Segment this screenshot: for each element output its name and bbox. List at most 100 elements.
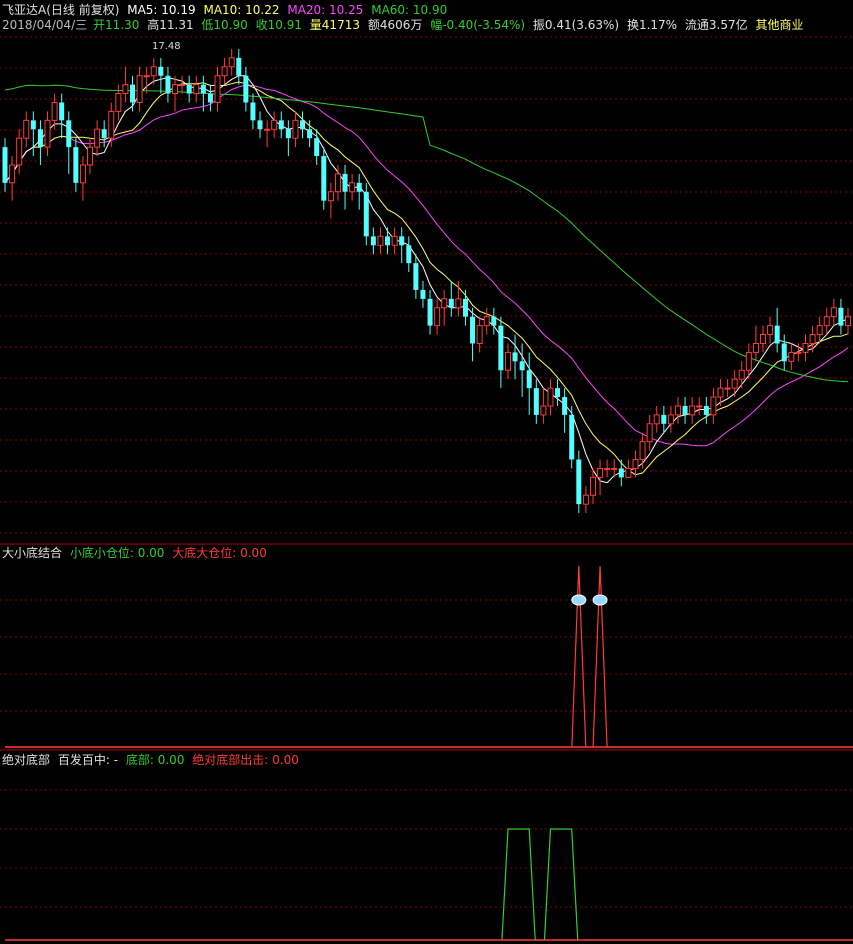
candle-body-up xyxy=(611,467,618,470)
indicator1-peak xyxy=(592,565,608,748)
candle-body-down xyxy=(257,120,263,130)
indicator-2-layer xyxy=(5,828,853,941)
candle-body-down xyxy=(307,129,313,139)
candle-body-up xyxy=(767,325,774,336)
candle-body-up xyxy=(809,334,816,344)
candle-body-up xyxy=(214,75,221,103)
candle-body-down xyxy=(526,370,532,389)
diamond-signal-icon xyxy=(592,594,608,606)
candle-body-up xyxy=(271,119,278,130)
candle-body-down xyxy=(385,236,391,246)
candle-body-up xyxy=(759,334,766,344)
panel2-big-label: 大底大仓位: 0.00 xyxy=(172,546,267,560)
grid-layer xyxy=(0,36,853,908)
candle-body-down xyxy=(498,325,504,371)
candle-body-up xyxy=(589,476,596,496)
candle-body-up xyxy=(816,325,823,336)
candle-body-up xyxy=(547,387,554,407)
candle-body-up xyxy=(738,369,745,380)
candle-body-up xyxy=(228,57,235,68)
candle-body-up xyxy=(23,119,30,139)
candle-body-down xyxy=(300,120,306,130)
max-price-label: 17.48 xyxy=(152,41,181,52)
candle-layer xyxy=(2,48,851,514)
indicator-1-layer xyxy=(5,565,853,748)
candle-body-up xyxy=(845,316,851,327)
candle-body-down xyxy=(250,102,256,121)
candle-body-down xyxy=(37,129,43,148)
candle-body-up xyxy=(823,316,830,327)
indicator2-plateau xyxy=(543,828,579,941)
candle-body-up xyxy=(717,387,724,398)
candle-body-down xyxy=(562,397,568,415)
panel2-name[interactable]: 大小底结合 xyxy=(2,546,62,560)
indicator2-plateau xyxy=(501,828,536,941)
panel3-title-row: 绝对底部 百发百中: - 底部: 0.00 绝对底部出击: 0.00 xyxy=(2,753,303,767)
candle-body-down xyxy=(158,66,164,76)
candle-body-up xyxy=(221,66,228,77)
candle-body-up xyxy=(193,84,200,95)
candle-body-up xyxy=(292,119,299,139)
candle-body-up xyxy=(639,441,646,461)
candle-body-down xyxy=(470,316,476,344)
candle-body-down xyxy=(781,343,787,362)
candle-body-down xyxy=(30,120,36,130)
candle-body-up xyxy=(455,298,462,309)
candle-body-up xyxy=(625,467,632,478)
candle-body-up xyxy=(802,342,809,353)
candle-body-up xyxy=(51,101,58,121)
candle-body-down xyxy=(838,307,844,326)
candle-body-down xyxy=(321,156,327,201)
panel3-name[interactable]: 绝对底部 xyxy=(2,753,50,767)
candle-body-up xyxy=(434,307,441,327)
candle-body-down xyxy=(462,298,468,317)
candle-body-down xyxy=(342,173,348,192)
candle-body-down xyxy=(491,316,497,326)
candle-body-up xyxy=(597,467,604,478)
candle-body-down xyxy=(413,263,419,290)
panel3-signal-label: 绝对底部出击: 0.00 xyxy=(192,753,299,767)
candle-body-up xyxy=(724,387,731,390)
candle-body-up xyxy=(731,378,738,389)
candle-body-up xyxy=(476,325,483,344)
candle-body-down xyxy=(73,147,79,183)
candle-body-down xyxy=(314,138,320,157)
candle-body-down xyxy=(533,388,539,415)
candle-body-up xyxy=(745,351,752,371)
candle-body-up xyxy=(788,351,795,362)
candle-body-down xyxy=(278,120,284,130)
candle-body-up xyxy=(136,75,143,103)
candle-body-up xyxy=(122,84,129,95)
candle-body-up xyxy=(87,146,94,166)
candle-body-up xyxy=(9,164,16,184)
price-chart[interactable]: 17.48 xyxy=(0,0,853,944)
candle-body-up xyxy=(674,405,681,416)
candle-body-down xyxy=(370,236,376,246)
candle-body-up xyxy=(391,235,398,246)
candle-body-up xyxy=(653,414,660,425)
candle-body-up xyxy=(94,128,101,148)
candle-body-down xyxy=(236,57,242,76)
candle-body-down xyxy=(682,405,688,415)
candle-body-up xyxy=(710,396,717,416)
candle-body-down xyxy=(130,84,136,103)
candle-body-down xyxy=(101,129,107,139)
ma10-line xyxy=(4,81,849,476)
candle-body-down xyxy=(576,459,582,505)
candle-body-down xyxy=(59,102,65,121)
candle-body-down xyxy=(207,93,213,103)
panel2-small-label: 小底小仓位: 0.00 xyxy=(69,546,165,560)
candle-body-up xyxy=(646,423,653,443)
candle-body-down xyxy=(2,147,8,183)
candle-body-down xyxy=(618,468,624,478)
candle-body-down xyxy=(569,414,575,460)
candle-body-up xyxy=(16,137,23,166)
candle-body-up xyxy=(44,119,51,148)
candle-body-up xyxy=(334,173,341,193)
panel3-hit-label: 百发百中: - xyxy=(57,753,119,767)
candle-body-down xyxy=(420,289,426,299)
candle-body-down xyxy=(186,84,192,94)
candle-body-up xyxy=(143,75,150,78)
panel3-bottom-label: 底部: 0.00 xyxy=(125,753,185,767)
candle-body-down xyxy=(555,388,561,398)
